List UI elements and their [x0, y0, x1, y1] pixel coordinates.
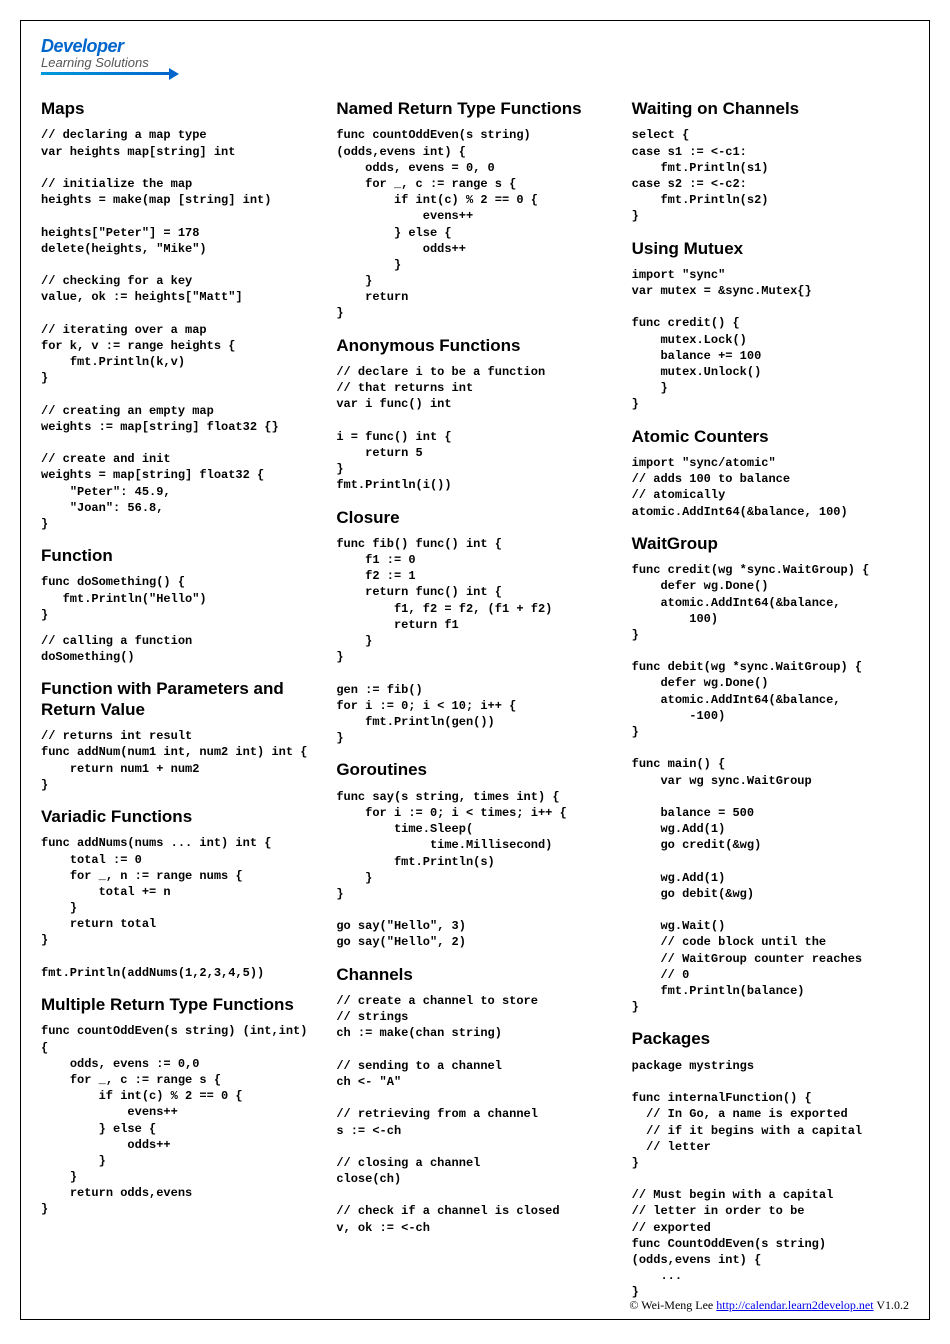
heading-function-params: Function with Parameters and Return Valu…	[41, 679, 318, 720]
code-goroutines: func say(s string, times int) { for i :=…	[336, 789, 613, 951]
page: Developer Learning Solutions Maps // dec…	[20, 20, 930, 1320]
code-closure: func fib() func() int { f1 := 0 f2 := 1 …	[336, 536, 613, 746]
heading-variadic: Variadic Functions	[41, 807, 318, 827]
logo: Developer Learning Solutions	[41, 36, 909, 75]
footer-link[interactable]: http://calendar.learn2develop.net	[716, 1298, 873, 1312]
code-anonymous: // declare i to be a function // that re…	[336, 364, 613, 494]
heading-maps: Maps	[41, 99, 318, 119]
columns: Maps // declaring a map type var heights…	[41, 85, 909, 1311]
footer-prefix: © Wei-Meng Lee	[629, 1298, 716, 1312]
heading-named-return: Named Return Type Functions	[336, 99, 613, 119]
heading-goroutines: Goroutines	[336, 760, 613, 780]
column-3: Waiting on Channels select { case s1 := …	[632, 85, 909, 1311]
code-mutex: import "sync" var mutex = &sync.Mutex{} …	[632, 267, 909, 413]
heading-waiting-channels: Waiting on Channels	[632, 99, 909, 119]
heading-function: Function	[41, 546, 318, 566]
code-packages: package mystrings func internalFunction(…	[632, 1058, 909, 1301]
code-named-return: func countOddEven(s string) (odds,evens …	[336, 127, 613, 321]
logo-underline-icon	[41, 72, 171, 75]
column-1: Maps // declaring a map type var heights…	[41, 85, 318, 1311]
code-function-params: // returns int result func addNum(num1 i…	[41, 728, 318, 793]
code-waiting-channels: select { case s1 := <-c1: fmt.Println(s1…	[632, 127, 909, 224]
heading-mutex: Using Mutuex	[632, 239, 909, 259]
heading-waitgroup: WaitGroup	[632, 534, 909, 554]
code-variadic: func addNums(nums ... int) int { total :…	[41, 835, 318, 981]
code-function-1: func doSomething() { fmt.Println("Hello"…	[41, 574, 318, 623]
code-waitgroup: func credit(wg *sync.WaitGroup) { defer …	[632, 562, 909, 1015]
heading-anonymous: Anonymous Functions	[336, 336, 613, 356]
code-maps: // declaring a map type var heights map[…	[41, 127, 318, 532]
heading-multi-return: Multiple Return Type Functions	[41, 995, 318, 1015]
footer-suffix: V1.0.2	[874, 1298, 909, 1312]
code-atomic: import "sync/atomic" // adds 100 to bala…	[632, 455, 909, 520]
heading-packages: Packages	[632, 1029, 909, 1049]
heading-atomic: Atomic Counters	[632, 427, 909, 447]
column-2: Named Return Type Functions func countOd…	[336, 85, 613, 1311]
heading-closure: Closure	[336, 508, 613, 528]
heading-channels: Channels	[336, 965, 613, 985]
code-channels: // create a channel to store // strings …	[336, 993, 613, 1236]
code-multi-return: func countOddEven(s string) (int,int) { …	[41, 1023, 318, 1217]
footer: © Wei-Meng Lee http://calendar.learn2dev…	[629, 1298, 909, 1313]
code-function-2: // calling a function doSomething()	[41, 633, 318, 665]
logo-title: Developer	[41, 36, 909, 57]
